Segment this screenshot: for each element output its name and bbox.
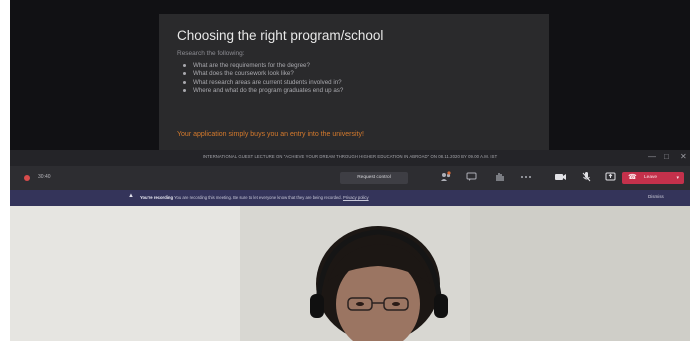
maximize-icon[interactable]: □	[664, 152, 669, 161]
recording-banner: ▲ You're recording You are recording thi…	[10, 190, 690, 206]
slide-bullet: What does the coursework look like?	[183, 70, 343, 78]
privacy-policy-link[interactable]: Privacy policy	[343, 195, 369, 200]
slide-footer: Your application simply buys you an entr…	[177, 131, 364, 138]
people-icon[interactable]	[440, 171, 452, 188]
chat-icon[interactable]	[466, 171, 477, 187]
slide-bullet-list: What are the requirements for the degree…	[183, 62, 343, 96]
slide-bullet: What are the requirements for the degree…	[183, 62, 343, 70]
share-icon[interactable]	[605, 171, 616, 187]
bullet-icon	[183, 80, 186, 84]
raise-hand-icon[interactable]	[494, 171, 505, 187]
bullet-icon	[183, 63, 186, 67]
leave-button[interactable]: ☎ Leave ▾	[622, 172, 684, 184]
teams-meeting-window: Choosing the right program/school Resear…	[10, 0, 690, 341]
window-title: INTERNATIONAL GUEST LECTURE ON "ACHIEVE …	[202, 154, 498, 159]
more-icon[interactable]	[520, 171, 532, 187]
recording-title: You're recording	[140, 195, 174, 200]
presentation-slide: Choosing the right program/school Resear…	[159, 14, 549, 150]
phone-icon: ☎	[628, 174, 637, 181]
close-icon[interactable]: ✕	[680, 152, 687, 161]
bullet-icon	[183, 72, 186, 76]
recording-text: You are recording this meeting. Be sure …	[174, 195, 342, 200]
recording-message: You're recording You are recording this …	[140, 195, 369, 200]
shared-screen: Choosing the right program/school Resear…	[10, 0, 690, 150]
recording-indicator-icon	[24, 175, 30, 181]
participant-video	[10, 206, 690, 341]
mic-icon[interactable]	[581, 171, 592, 187]
chevron-down-icon[interactable]: ▾	[676, 172, 679, 184]
bullet-icon	[183, 89, 186, 93]
meeting-timer: 30:40	[38, 174, 51, 180]
slide-bullet: Where and what do the program graduates …	[183, 87, 343, 95]
request-control-button[interactable]: Request control	[340, 172, 408, 184]
slide-title: Choosing the right program/school	[177, 28, 384, 43]
slide-bullet: What research areas are current students…	[183, 79, 343, 87]
minimize-icon[interactable]: —	[648, 152, 656, 161]
window-titlebar: INTERNATIONAL GUEST LECTURE ON "ACHIEVE …	[10, 150, 690, 166]
meeting-controls-bar: 30:40 Request control ☎ Leave ▾	[10, 166, 690, 190]
participant-silhouette	[310, 226, 448, 341]
leave-label: Leave	[644, 175, 658, 180]
slide-subtitle: Research the following:	[177, 50, 245, 57]
camera-icon[interactable]	[554, 171, 567, 187]
warning-icon: ▲	[128, 193, 134, 199]
dismiss-button[interactable]: Dismiss	[648, 194, 664, 199]
